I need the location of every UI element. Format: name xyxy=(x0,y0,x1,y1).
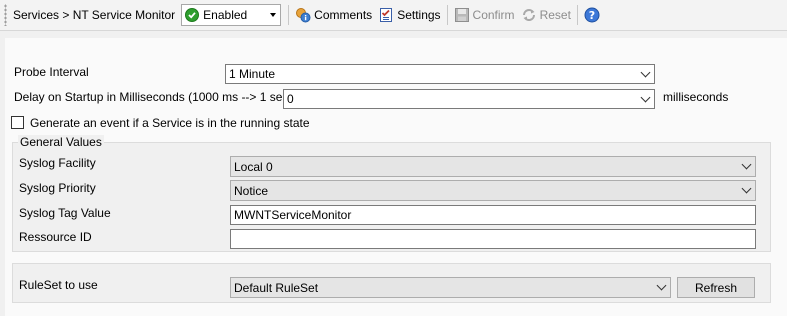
status-value: Enabled xyxy=(203,8,248,22)
ruleset-value: Default RuleSet xyxy=(234,280,319,295)
settings-label: Settings xyxy=(397,8,441,22)
reset-label: Reset xyxy=(539,8,571,22)
probe-interval-value: 1 Minute xyxy=(229,67,276,81)
ruleset-select[interactable]: Default RuleSet xyxy=(230,277,671,298)
syslog-tag-input[interactable]: MWNTServiceMonitor xyxy=(230,205,756,225)
startup-delay-unit: milliseconds xyxy=(663,90,729,104)
chevron-down-icon xyxy=(656,280,667,291)
probe-interval-label: Probe Interval xyxy=(14,65,89,79)
generate-event-label: Generate an event if a Service is in the… xyxy=(30,116,310,130)
comments-label: Comments xyxy=(314,8,373,22)
general-values-title: General Values xyxy=(18,135,104,149)
startup-delay-input[interactable]: 0 xyxy=(283,89,655,109)
resource-id-label: Ressource ID xyxy=(19,230,92,244)
syslog-tag-value: MWNTServiceMonitor xyxy=(234,208,352,222)
checkmark-icon xyxy=(185,8,200,22)
reset-button[interactable]: Reset xyxy=(518,3,574,27)
refresh-button[interactable]: Refresh xyxy=(677,277,755,298)
toolbar: Services > NT Service Monitor Enabled Co… xyxy=(0,0,787,31)
startup-delay-label: Delay on Startup in Milliseconds (1000 m… xyxy=(14,90,313,104)
chevron-down-icon xyxy=(741,159,752,170)
chevron-down-icon xyxy=(741,183,752,194)
confirm-label: Confirm xyxy=(472,8,515,22)
ruleset-label: RuleSet to use xyxy=(19,278,98,292)
save-disk-icon xyxy=(454,7,470,23)
chevron-down-icon xyxy=(640,67,651,78)
toolbar-grip[interactable] xyxy=(4,4,7,26)
refresh-label: Refresh xyxy=(694,280,738,295)
syslog-tag-label: Syslog Tag Value xyxy=(19,206,111,220)
reset-arrows-icon xyxy=(521,7,537,23)
syslog-facility-value: Local 0 xyxy=(234,159,273,174)
settings-checklist-icon xyxy=(378,7,394,23)
breadcrumb: Services > NT Service Monitor xyxy=(13,8,176,22)
generate-event-checkbox[interactable] xyxy=(11,116,24,129)
status-dropdown[interactable]: Enabled xyxy=(181,4,282,26)
chevron-down-icon xyxy=(270,13,277,17)
separator xyxy=(288,5,290,25)
syslog-priority-select[interactable]: Notice xyxy=(230,180,756,201)
separator xyxy=(576,5,578,25)
help-icon: ? xyxy=(584,7,600,23)
syslog-facility-select[interactable]: Local 0 xyxy=(230,156,756,177)
probe-interval-select[interactable]: 1 Minute xyxy=(225,64,655,84)
syslog-priority-label: Syslog Priority xyxy=(19,181,96,195)
comments-button[interactable]: Comments xyxy=(292,3,375,27)
help-button[interactable]: ? xyxy=(581,3,603,27)
resource-id-input[interactable] xyxy=(230,229,756,249)
svg-text:?: ? xyxy=(589,9,595,22)
startup-delay-value: 0 xyxy=(287,92,294,106)
syslog-facility-label: Syslog Facility xyxy=(19,156,96,170)
syslog-priority-value: Notice xyxy=(234,183,269,198)
comments-icon xyxy=(295,7,311,23)
separator xyxy=(446,5,448,25)
chevron-down-icon xyxy=(640,92,651,103)
settings-button[interactable]: Settings xyxy=(375,3,443,27)
confirm-button[interactable]: Confirm xyxy=(451,3,518,27)
